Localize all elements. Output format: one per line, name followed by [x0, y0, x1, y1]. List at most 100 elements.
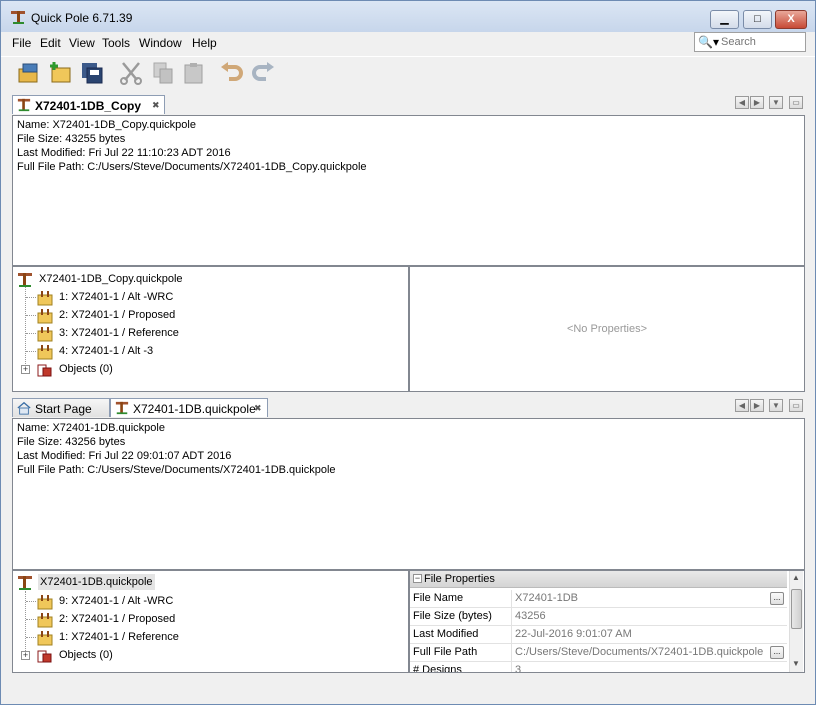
- properties-scrollbar[interactable]: ▲ ▼: [789, 571, 803, 672]
- scroll-tabs-right-button[interactable]: ▶: [750, 96, 764, 109]
- expand-objects-icon[interactable]: +: [21, 651, 30, 660]
- tree-item-label: 4: X72401-1 / Alt -3: [59, 345, 154, 357]
- status-bar: [1, 678, 815, 704]
- window-title: Quick Pole 6.71.39: [31, 11, 133, 25]
- copy-icon[interactable]: [150, 60, 176, 86]
- pole-design-icon: [37, 291, 53, 306]
- home-icon: [17, 401, 31, 415]
- new-project-icon[interactable]: [48, 60, 74, 86]
- info-file-size: File Size: 43255 bytes: [17, 133, 126, 145]
- objects-icon: [37, 364, 52, 377]
- scrollbar-thumb[interactable]: [791, 589, 802, 629]
- property-name: File Size (bytes): [413, 610, 492, 622]
- property-value: C:/Users/Steve/Documents/X72401-1DB.quic…: [511, 644, 763, 661]
- property-row-full-path[interactable]: Full File Path C:/Users/Steve/Documents/…: [410, 644, 787, 662]
- property-row-file-name[interactable]: File Name X72401-1DB ...: [410, 590, 787, 608]
- scroll-up-icon[interactable]: ▲: [792, 573, 800, 582]
- save-all-icon[interactable]: [79, 60, 105, 86]
- maximize-button[interactable]: □: [743, 10, 772, 29]
- quick-pole-file-icon: [18, 576, 32, 590]
- undo-icon[interactable]: [219, 60, 245, 86]
- maximize-window-button[interactable]: ▭: [789, 96, 803, 109]
- tab-label: X72401-1DB_Copy: [35, 99, 142, 113]
- property-name: # Designs: [413, 664, 462, 673]
- menu-window[interactable]: Window: [139, 36, 182, 50]
- info-last-modified: Last Modified: Fri Jul 22 09:01:07 ADT 2…: [17, 450, 232, 462]
- info-full-path: Full File Path: C:/Users/Steve/Documents…: [17, 161, 367, 173]
- search-input[interactable]: [721, 34, 803, 50]
- tab-x72401-1db-copy[interactable]: X72401-1DB_Copy ✖: [12, 95, 165, 114]
- tab-x72401-1db[interactable]: X72401-1DB.quickpole ✖: [110, 398, 268, 417]
- menu-view[interactable]: View: [69, 36, 95, 50]
- search-icon[interactable]: 🔍▾: [698, 35, 719, 49]
- tab-close-icon[interactable]: ✖: [254, 403, 262, 414]
- edit-property-button[interactable]: ...: [770, 646, 784, 659]
- tree-item-label: 3: X72401-1 / Reference: [59, 327, 179, 339]
- property-row-designs[interactable]: # Designs 3: [410, 662, 787, 673]
- scroll-down-icon[interactable]: ▼: [792, 659, 800, 668]
- property-value: 3: [511, 662, 521, 672]
- tab-close-icon[interactable]: ✖: [152, 100, 160, 111]
- pole-design-icon: [37, 327, 53, 342]
- collapse-category-icon[interactable]: −: [413, 574, 422, 583]
- property-name: Full File Path: [413, 646, 478, 658]
- menu-help[interactable]: Help: [192, 36, 217, 50]
- menu-bar: File Edit View Tools Window Help: [1, 32, 815, 54]
- menu-tools[interactable]: Tools: [102, 36, 130, 50]
- cut-icon[interactable]: [118, 60, 144, 86]
- menu-edit[interactable]: Edit: [40, 36, 61, 50]
- quick-pole-file-icon: [17, 98, 31, 112]
- property-name: Last Modified: [413, 628, 479, 640]
- tree-item-label: 1: X72401-1 / Alt -WRC: [59, 291, 174, 303]
- tree-root-label: X72401-1DB.quickpole: [38, 574, 155, 590]
- show-opened-documents-button[interactable]: ▼: [769, 399, 783, 412]
- property-name: File Name: [413, 592, 464, 604]
- close-button[interactable]: X: [775, 10, 807, 29]
- edit-property-button[interactable]: ...: [770, 592, 784, 605]
- open-project-icon[interactable]: [16, 60, 42, 86]
- menu-file[interactable]: File: [12, 36, 31, 50]
- tree-item-label: Objects (0): [59, 363, 113, 375]
- application-window: Quick Pole 6.71.39 ▁ □ X File Edit View …: [0, 0, 816, 705]
- tab-start-page[interactable]: Start Page: [12, 398, 110, 417]
- scroll-tabs-left-button[interactable]: ◀: [735, 96, 749, 109]
- top-file-info-panel: Name: X72401-1DB_Copy.quickpole File Siz…: [12, 115, 805, 266]
- info-full-path: Full File Path: C:/Users/Steve/Documents…: [17, 464, 336, 476]
- property-row-last-modified[interactable]: Last Modified 22-Jul-2016 9:01:07 AM: [410, 626, 787, 644]
- info-last-modified: Last Modified: Fri Jul 22 11:10:23 ADT 2…: [17, 147, 231, 159]
- toolbar: [1, 56, 815, 88]
- pole-design-icon: [37, 613, 53, 628]
- category-label: File Properties: [424, 573, 495, 585]
- bottom-tab-strip: Start Page X72401-1DB.quickpole ✖ ◀ ▶ ▼ …: [12, 398, 805, 417]
- top-properties-panel: <No Properties>: [409, 266, 805, 392]
- tree-item-label: 2: X72401-1 / Proposed: [59, 309, 176, 321]
- minimize-button[interactable]: ▁: [710, 10, 739, 29]
- property-value: 43256: [511, 608, 546, 625]
- tree-item-label: 9: X72401-1 / Alt -WRC: [59, 595, 174, 607]
- redo-icon[interactable]: [250, 60, 276, 86]
- show-opened-documents-button[interactable]: ▼: [769, 96, 783, 109]
- maximize-window-button[interactable]: ▭: [789, 399, 803, 412]
- properties-category-header[interactable]: − File Properties: [410, 571, 787, 588]
- tab-label: X72401-1DB.quickpole: [133, 402, 256, 416]
- search-box[interactable]: 🔍▾: [694, 32, 806, 52]
- tree-item-label: 2: X72401-1 / Proposed: [59, 613, 176, 625]
- scroll-tabs-right-button[interactable]: ▶: [750, 399, 764, 412]
- property-row-file-size[interactable]: File Size (bytes) 43256: [410, 608, 787, 626]
- paste-icon[interactable]: [181, 60, 207, 86]
- info-name: Name: X72401-1DB.quickpole: [17, 422, 165, 434]
- expand-objects-icon[interactable]: +: [21, 365, 30, 374]
- bottom-project-tree: X72401-1DB.quickpole 9: X72401-1 / Alt -…: [12, 570, 409, 673]
- scroll-tabs-left-button[interactable]: ◀: [735, 399, 749, 412]
- objects-icon: [37, 650, 52, 663]
- tree-item-label: 1: X72401-1 / Reference: [59, 631, 179, 643]
- bottom-file-info-panel: Name: X72401-1DB.quickpole File Size: 43…: [12, 418, 805, 570]
- tab-label: Start Page: [35, 402, 92, 416]
- tree-root-label: X72401-1DB_Copy.quickpole: [39, 273, 183, 285]
- file-properties-sheet: − File Properties File Name X72401-1DB .…: [409, 570, 805, 673]
- pole-design-icon: [37, 631, 53, 646]
- title-bar: Quick Pole 6.71.39 ▁ □ X: [1, 1, 815, 32]
- property-value: X72401-1DB: [511, 590, 578, 607]
- property-value: 22-Jul-2016 9:01:07 AM: [511, 626, 632, 643]
- top-tab-strip: X72401-1DB_Copy ✖ ◀ ▶ ▼ ▭: [12, 95, 805, 114]
